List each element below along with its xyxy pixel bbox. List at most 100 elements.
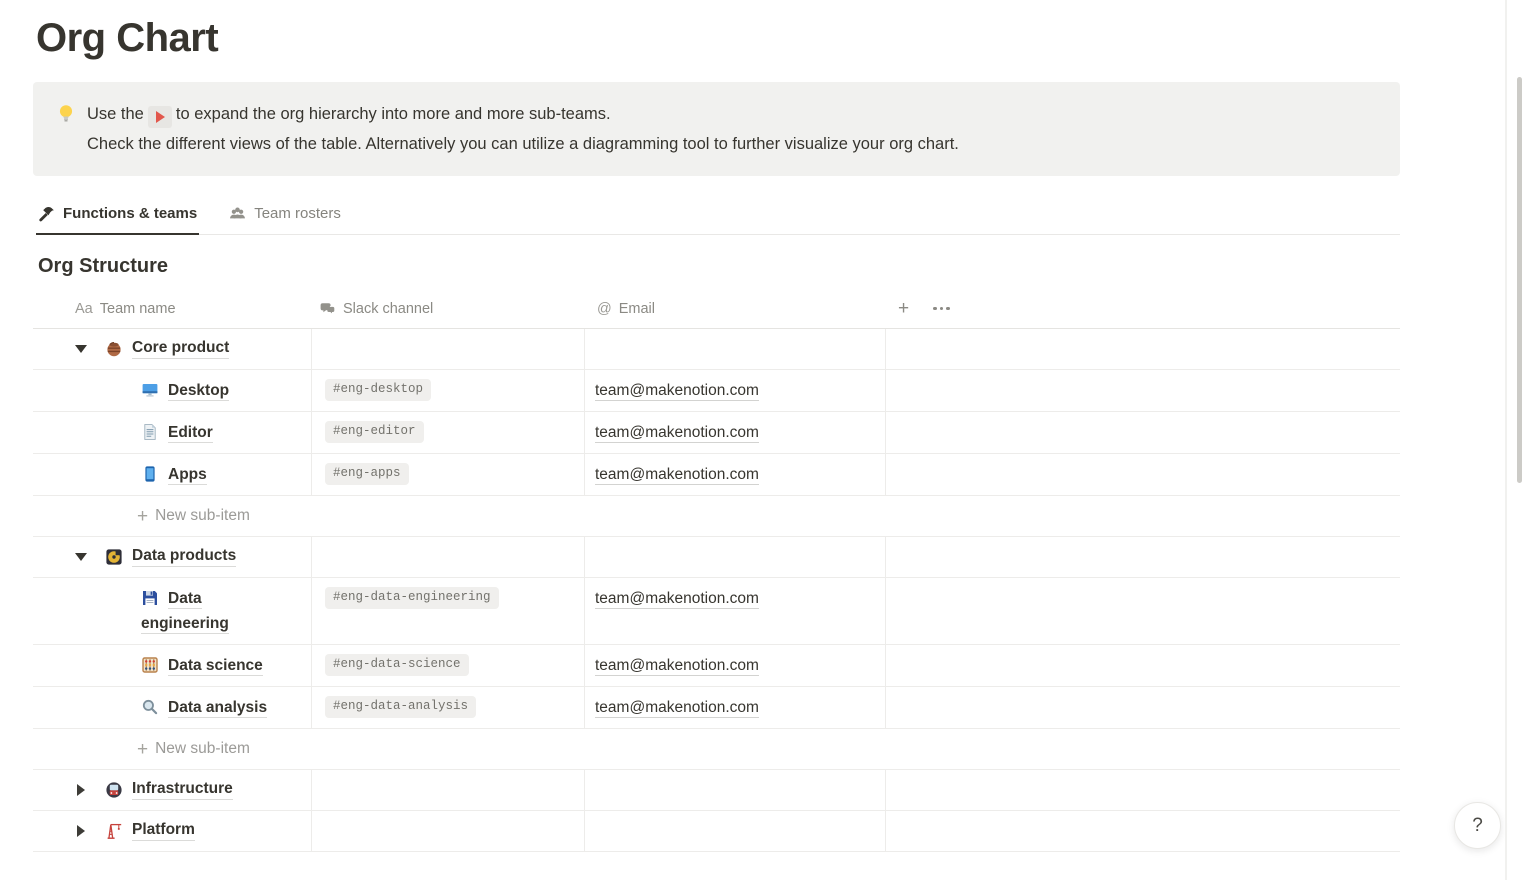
tab-team-rosters[interactable]: Team rosters	[227, 205, 343, 234]
team-name-cell[interactable]: Core product	[33, 329, 312, 369]
page-title: Org Chart	[36, 14, 1524, 62]
email-cell[interactable]	[585, 537, 886, 577]
team-name-cell[interactable]: Editor	[33, 412, 312, 453]
collapse-toggle-icon[interactable]	[73, 549, 89, 565]
column-header-email[interactable]: @ Email	[585, 289, 886, 328]
slack-channel-tag[interactable]: #eng-data-science	[325, 654, 469, 676]
view-tabs: Functions & teams Team rosters	[36, 194, 1400, 235]
at-sign-icon: @	[597, 301, 612, 317]
table-row: Infrastructure	[33, 770, 1400, 811]
team-name-link[interactable]: Platform	[132, 821, 195, 841]
vertical-scrollbar[interactable]	[1517, 77, 1522, 483]
email-cell[interactable]: team@makenotion.com	[585, 687, 886, 728]
team-name-link[interactable]: Data analysis	[168, 699, 267, 718]
mobile-phone-emoji	[141, 465, 159, 483]
email-cell[interactable]: team@makenotion.com	[585, 645, 886, 686]
help-button[interactable]: ?	[1454, 802, 1501, 849]
light-bulb-icon	[55, 103, 77, 125]
email-cell[interactable]	[585, 811, 886, 851]
email-value[interactable]: team@makenotion.com	[595, 699, 759, 718]
email-cell[interactable]: team@makenotion.com	[585, 454, 886, 495]
team-name-cell[interactable]: Apps	[33, 454, 312, 495]
filler-cell	[886, 645, 1400, 686]
add-column-button[interactable]: +	[898, 299, 909, 318]
column-header-slack-channel[interactable]: Slack channel	[312, 289, 585, 328]
team-name-cell[interactable]: Platform	[33, 811, 312, 851]
team-name-cell[interactable]: Data products	[33, 537, 312, 577]
slack-channel-tag[interactable]: #eng-data-engineering	[325, 587, 499, 609]
email-value[interactable]: team@makenotion.com	[595, 657, 759, 676]
team-name-cell[interactable]: Data analysis	[33, 687, 312, 728]
team-name-link[interactable]: Core product	[132, 339, 229, 359]
table-row: Apps #eng-apps team@makenotion.com	[33, 454, 1400, 496]
email-cell[interactable]: team@makenotion.com	[585, 370, 886, 411]
tab-label: Team rosters	[254, 205, 341, 222]
team-name-cell[interactable]: Data science	[33, 645, 312, 686]
plus-icon: +	[137, 507, 148, 526]
team-name-cell[interactable]: Desktop	[33, 370, 312, 411]
email-cell[interactable]: team@makenotion.com	[585, 412, 886, 453]
new-sub-item-button[interactable]: + New sub-item	[33, 729, 1400, 770]
callout: Use theto expand the org hierarchy into …	[33, 82, 1400, 176]
email-cell[interactable]: team@makenotion.com	[585, 578, 886, 644]
desktop-computer-emoji	[141, 381, 159, 399]
slack-channel-cell[interactable]: #eng-editor	[312, 412, 585, 453]
email-value[interactable]: team@makenotion.com	[595, 590, 759, 609]
email-value[interactable]: team@makenotion.com	[595, 466, 759, 485]
slack-channel-tag[interactable]: #eng-apps	[325, 463, 409, 485]
people-icon	[229, 205, 246, 222]
column-header-team-name[interactable]: Aa Team name	[33, 289, 312, 328]
team-name-link[interactable]: Data products	[132, 547, 236, 567]
tab-functions-and-teams[interactable]: Functions & teams	[36, 205, 199, 234]
team-name-link[interactable]: Infrastructure	[132, 780, 233, 800]
red-play-triangle-icon	[148, 106, 172, 128]
slack-channel-cell[interactable]: #eng-desktop	[312, 370, 585, 411]
slack-channel-tag[interactable]: #eng-desktop	[325, 379, 431, 401]
email-cell[interactable]	[585, 770, 886, 810]
table-row: Platform	[33, 811, 1400, 852]
org-structure-table: Aa Team name Slack channel @ Email + Cor…	[33, 289, 1400, 852]
slack-channel-cell[interactable]: #eng-data-science	[312, 645, 585, 686]
slack-channel-cell[interactable]: #eng-data-engineering	[312, 578, 585, 644]
collapse-toggle-icon[interactable]	[73, 341, 89, 357]
callout-line-1: Use theto expand the org hierarchy into …	[87, 99, 959, 129]
slack-channel-cell[interactable]	[312, 770, 585, 810]
callout-text: Use theto expand the org hierarchy into …	[87, 99, 959, 159]
panel-edge-line	[1505, 0, 1507, 880]
table-row: Data products	[33, 537, 1400, 578]
email-value[interactable]: team@makenotion.com	[595, 424, 759, 443]
expand-toggle-icon[interactable]	[73, 782, 89, 798]
callout-line-2: Check the different views of the table. …	[87, 129, 959, 159]
help-button-label: ?	[1472, 815, 1483, 837]
chestnut-emoji	[105, 340, 123, 358]
metro-emoji	[105, 781, 123, 799]
slack-channel-cell[interactable]	[312, 811, 585, 851]
email-cell[interactable]	[585, 329, 886, 369]
table-row: Editor #eng-editor team@makenotion.com	[33, 412, 1400, 454]
slack-channel-tag[interactable]: #eng-data-analysis	[325, 696, 476, 718]
table-row: Data engineering #eng-data-engineering tea…	[33, 578, 1400, 645]
table-header: Aa Team name Slack channel @ Email +	[33, 289, 1400, 329]
plus-icon: +	[137, 740, 148, 759]
slack-channel-cell[interactable]	[312, 329, 585, 369]
team-name-cell[interactable]: Infrastructure	[33, 770, 312, 810]
header-extra: +	[886, 289, 1400, 328]
new-sub-item-label: New sub-item	[155, 740, 250, 758]
team-name-link[interactable]: Desktop	[168, 382, 229, 401]
slack-channel-cell[interactable]: #eng-apps	[312, 454, 585, 495]
slack-channel-cell[interactable]	[312, 537, 585, 577]
slack-channel-cell[interactable]: #eng-data-analysis	[312, 687, 585, 728]
new-sub-item-button[interactable]: + New sub-item	[33, 496, 1400, 537]
expand-toggle-icon[interactable]	[73, 823, 89, 839]
slack-channel-tag[interactable]: #eng-editor	[325, 421, 424, 443]
team-name-link[interactable]: Data science	[168, 657, 263, 676]
filler-cell	[886, 454, 1400, 495]
team-name-link[interactable]: Apps	[168, 466, 207, 485]
table-row: Core product	[33, 329, 1400, 370]
email-value[interactable]: team@makenotion.com	[595, 382, 759, 401]
filler-cell	[886, 811, 1400, 851]
team-name-cell[interactable]: Data engineering	[33, 578, 312, 644]
table-title: Org Structure	[38, 253, 1524, 279]
table-more-options-button[interactable]	[933, 307, 950, 311]
team-name-link[interactable]: Editor	[168, 424, 213, 443]
